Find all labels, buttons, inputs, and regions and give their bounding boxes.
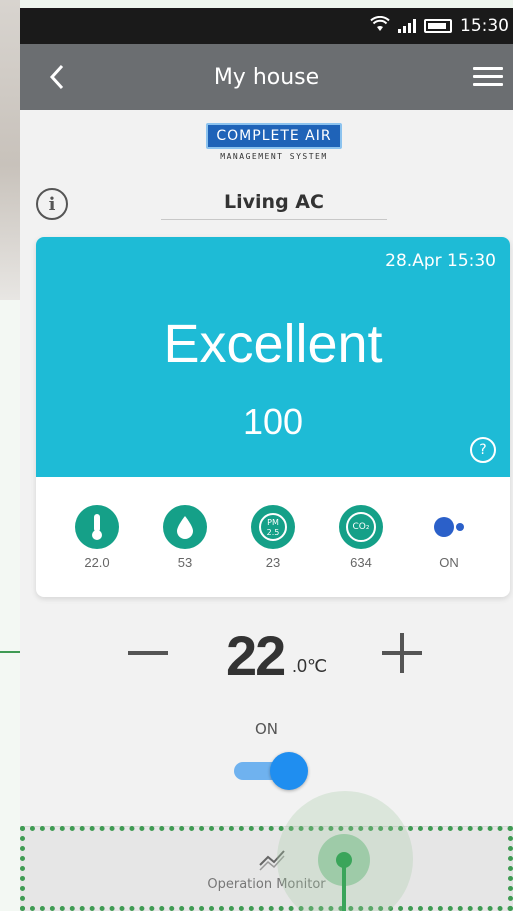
temperature-decimal-unit: .0℃ (292, 656, 328, 676)
menu-button[interactable] (473, 64, 503, 90)
sensor-value: 53 (177, 555, 193, 570)
device-selector[interactable]: Living AC (161, 186, 387, 220)
humidity-drop-icon (163, 505, 207, 549)
pm25-label-bottom: 2.5 (266, 528, 280, 537)
sensor-value: 22.0 (84, 555, 110, 570)
phone-screen: 15:30 My house COMPLETE AIR MANAGEMENT S… (20, 8, 513, 911)
annotation-line (0, 651, 20, 653)
sensor-value: 634 (350, 555, 372, 570)
power-toggle[interactable] (232, 752, 308, 790)
logo-brand: COMPLETE AIR (206, 123, 342, 149)
power-state-label: ON (254, 720, 279, 738)
wifi-icon (370, 15, 390, 36)
sensor-humidity[interactable]: 53 (150, 505, 220, 570)
decrease-temperature-button[interactable] (128, 651, 168, 655)
status-time: 15:30 (460, 16, 509, 36)
air-quality-panel: 28.Apr 15:30 Excellent 100 ? (36, 237, 510, 477)
increase-temperature-button[interactable] (382, 633, 422, 673)
logo-subtitle: MANAGEMENT SYSTEM (220, 152, 328, 161)
page-title: My house (213, 64, 320, 90)
air-quality-datetime: 28.Apr 15:30 (385, 251, 496, 271)
help-button[interactable]: ? (470, 437, 496, 463)
chevron-left-icon (49, 64, 64, 90)
info-icon: i (48, 193, 56, 215)
co2-icon: CO₂ (339, 505, 383, 549)
sensor-value: ON (439, 555, 459, 570)
temperature-value: 22 (226, 624, 286, 687)
purifier-icon (427, 505, 471, 549)
background-photo (0, 0, 20, 300)
signal-icon (398, 19, 416, 33)
temperature-control: 22 .0℃ (20, 623, 513, 703)
chart-line-icon (259, 850, 285, 871)
app-bar: My house (20, 44, 513, 110)
air-quality-status: Excellent (163, 314, 383, 374)
question-icon: ? (479, 442, 487, 458)
sensor-pm25[interactable]: PM 2.5 23 (238, 505, 308, 570)
air-quality-card: 28.Apr 15:30 Excellent 100 ? 22.0 53 PM … (36, 237, 510, 597)
battery-icon (424, 19, 452, 33)
pm25-icon: PM 2.5 (251, 505, 295, 549)
thermometer-icon (75, 505, 119, 549)
toggle-knob (270, 752, 308, 790)
air-quality-score: 100 (242, 401, 304, 442)
co2-label: CO₂ (346, 512, 376, 542)
bottom-nav: Operation Monitor (20, 826, 513, 911)
sensor-purifier[interactable]: ON (414, 505, 484, 570)
brand-logo: COMPLETE AIR MANAGEMENT SYSTEM (188, 123, 360, 171)
sensor-temperature[interactable]: 22.0 (62, 505, 132, 570)
back-button[interactable] (42, 60, 72, 94)
operation-monitor-tab[interactable]: Operation Monitor (20, 827, 513, 911)
nav-label: Operation Monitor (207, 877, 326, 892)
sensor-value: 23 (265, 555, 281, 570)
sensor-co2[interactable]: CO₂ 634 (326, 505, 396, 570)
hamburger-icon (473, 67, 503, 86)
sensor-row: 22.0 53 PM 2.5 23 CO₂ 634 ON (36, 505, 510, 585)
pm25-label-top: PM (267, 518, 279, 527)
status-bar: 15:30 (20, 8, 513, 44)
info-button[interactable]: i (36, 188, 68, 220)
